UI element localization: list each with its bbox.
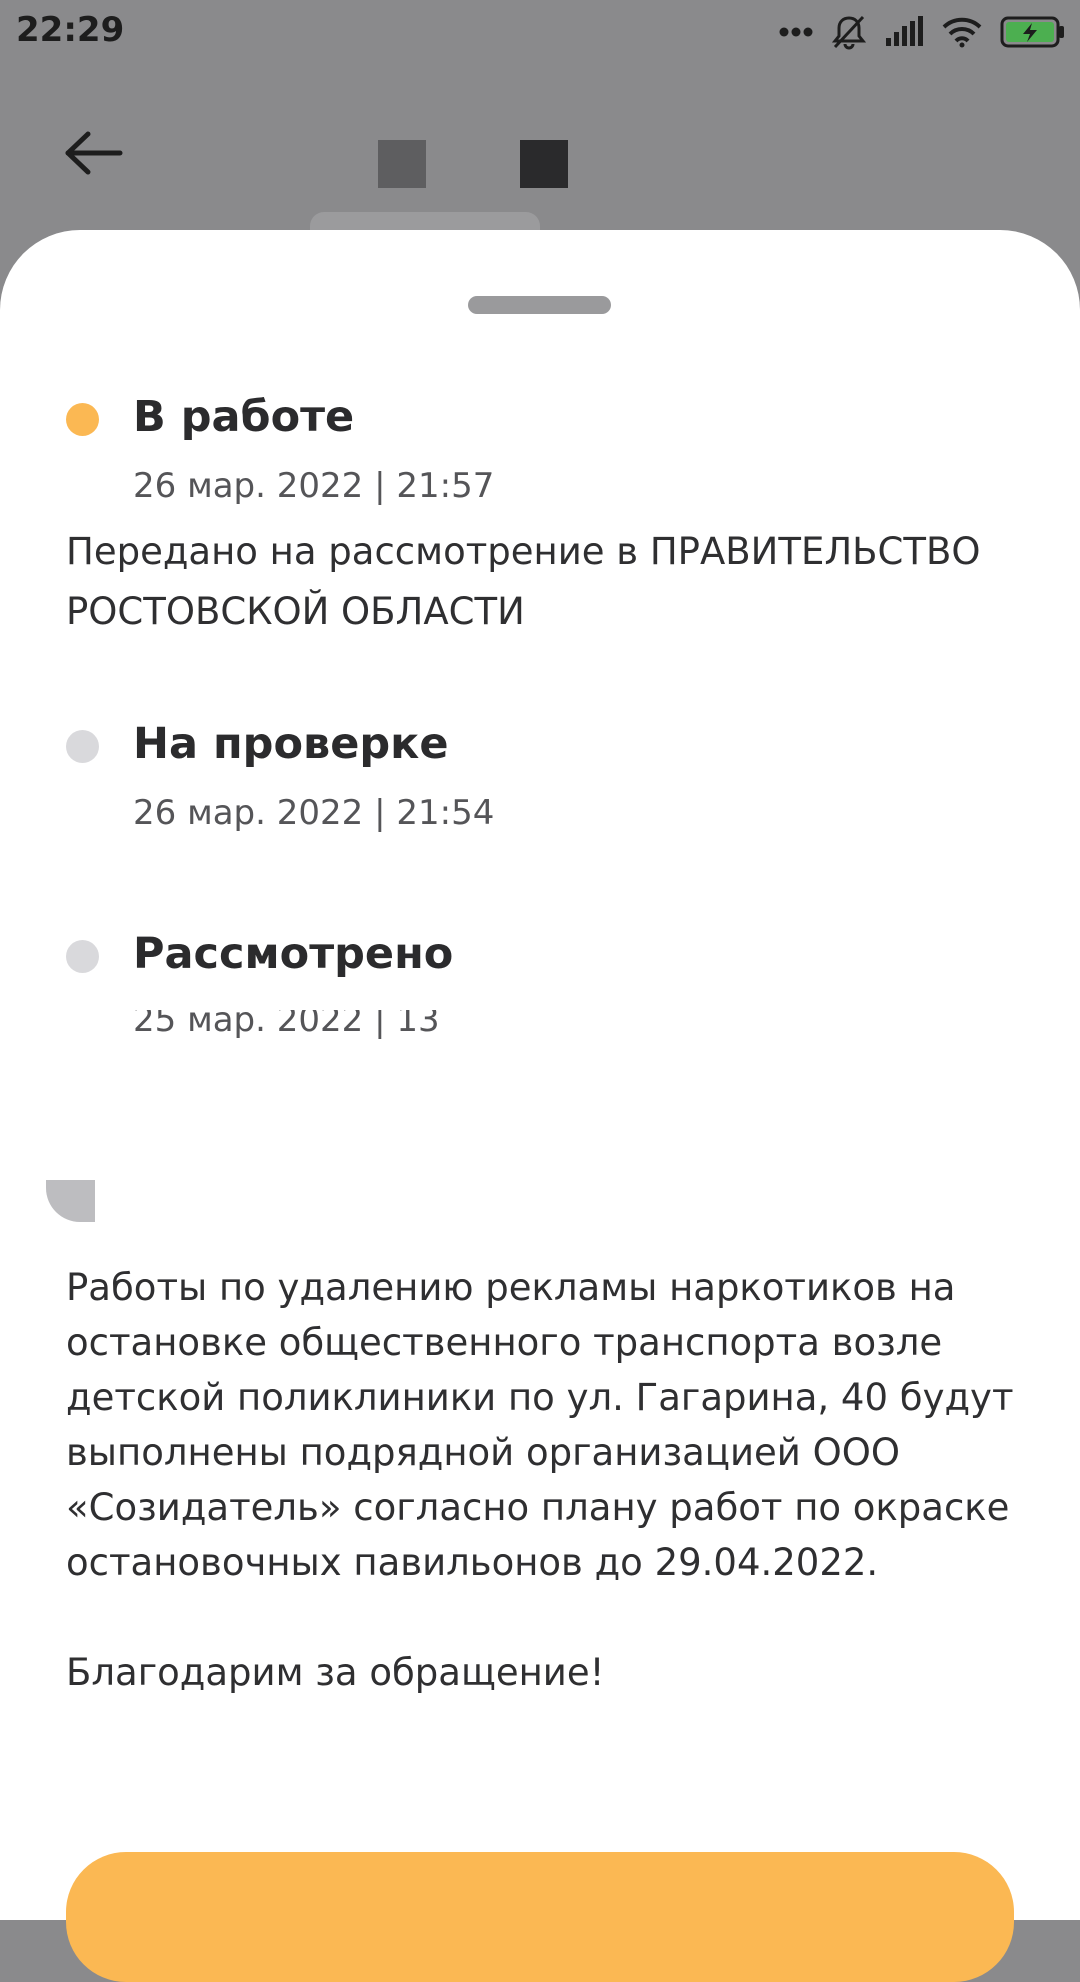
timeline-title: На проверке — [133, 719, 449, 769]
timeline-clip: 25 мар. 2022 | 13 — [0, 1010, 1080, 1060]
timeline-description: Передано на рассмотрение в ПРАВИТЕЛЬСТВО… — [66, 530, 981, 633]
header-square-gray — [378, 140, 426, 188]
bell-muted-icon — [832, 14, 866, 50]
status-dot — [66, 730, 99, 763]
timeline-date: 25 мар. 2022 | 13 — [133, 1010, 440, 1040]
timeline-title: Рассмотрено — [133, 929, 454, 979]
status-dot — [66, 940, 99, 973]
signal-icon — [884, 16, 924, 48]
back-button[interactable] — [64, 128, 124, 178]
response-text: Работы по удалению рекламы наркотиков на… — [66, 1266, 1014, 1694]
sheet-drag-handle[interactable] — [468, 296, 611, 314]
timeline-title: В работе — [133, 392, 355, 442]
timeline-date: 26 мар. 2022 | 21:57 — [133, 466, 495, 506]
status-dot-active — [66, 403, 99, 436]
status-icons — [778, 14, 1066, 50]
wifi-icon — [942, 16, 982, 48]
status-bar: 22:29 — [0, 0, 1080, 70]
arrow-left-icon — [64, 131, 124, 182]
action-button[interactable] — [66, 1852, 1014, 1982]
timeline-date: 26 мар. 2022 | 21:54 — [133, 793, 495, 833]
more-dots-icon — [778, 26, 814, 38]
header-square-dark — [520, 140, 568, 188]
status-time: 22:29 — [16, 10, 125, 50]
battery-charging-icon — [1000, 16, 1066, 48]
